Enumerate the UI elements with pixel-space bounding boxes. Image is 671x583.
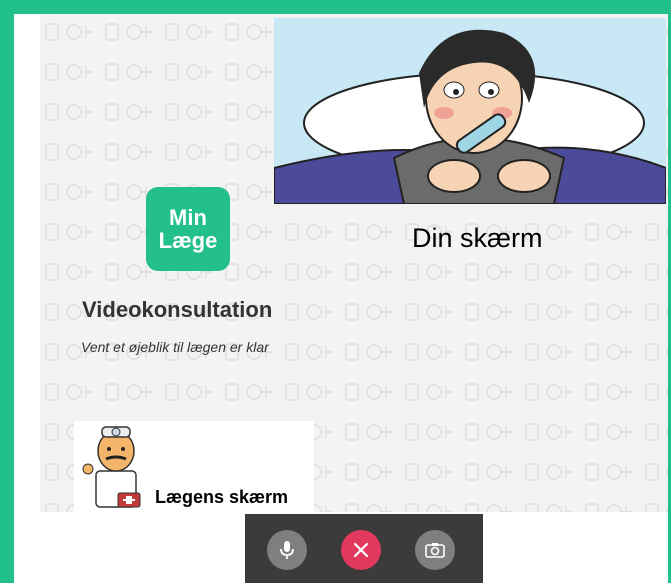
logo-line1: Min bbox=[169, 205, 207, 230]
doctor-image bbox=[82, 426, 141, 508]
close-icon bbox=[353, 542, 369, 558]
microphone-icon bbox=[280, 541, 294, 559]
doctor-video: Lægens skærm bbox=[74, 421, 314, 513]
self-view-label: Din skærm bbox=[412, 223, 543, 253]
mute-button[interactable] bbox=[267, 530, 307, 570]
min-laege-logo: Min Læge bbox=[146, 187, 230, 271]
logo-line2: Læge bbox=[158, 228, 218, 253]
hangup-button[interactable] bbox=[341, 530, 381, 570]
app-frame: Min Læge Videokonsultation Vent et øjebl… bbox=[0, 0, 671, 583]
self-video bbox=[274, 18, 666, 204]
call-controls bbox=[245, 514, 483, 583]
waiting-message: Vent et øjeblik til lægen er klar bbox=[81, 339, 269, 355]
page-title: Videokonsultation bbox=[82, 297, 273, 322]
video-screen: Min Læge Videokonsultation Vent et øjebl… bbox=[14, 14, 668, 583]
doctor-view-label: Lægens skærm bbox=[155, 487, 289, 507]
switch-camera-button[interactable] bbox=[415, 530, 455, 570]
camera-switch-icon bbox=[425, 543, 445, 558]
sick-person-image bbox=[274, 18, 666, 204]
